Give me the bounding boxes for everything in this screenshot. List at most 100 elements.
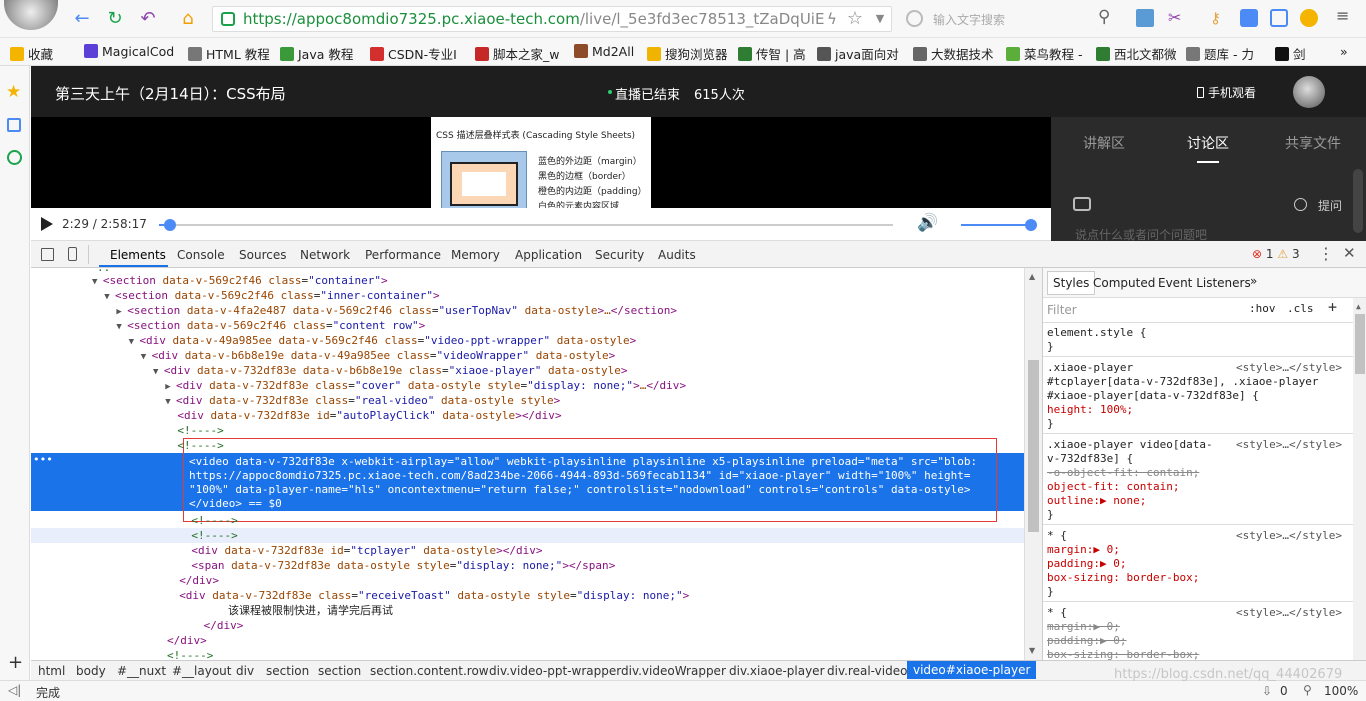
breadcrumb-item[interactable]: div.videoWrapper [621, 664, 726, 678]
dom-line[interactable]: <div data-v-732df83e id="tcplayer" data-… [191, 543, 542, 558]
dom-line[interactable]: <!----> [191, 513, 237, 528]
breadcrumb-item[interactable]: section [318, 664, 361, 678]
styles-tab-more[interactable]: » [1250, 274, 1257, 288]
style-line[interactable]: margin:▶ 0; [1047, 543, 1120, 557]
tab-discussion[interactable]: 讨论区 [1187, 133, 1229, 153]
expand-arrow-icon[interactable]: ▶ [116, 307, 127, 317]
key-icon[interactable]: ⚷ [1210, 9, 1221, 27]
elements-tree[interactable]: .. ••• <video data-v-732df83e x-webkit-a… [31, 268, 1024, 660]
collapse-arrow-icon[interactable]: ▼ [141, 352, 152, 362]
bookmarks-overflow-icon[interactable]: » [1340, 44, 1348, 59]
breadcrumb-item[interactable]: section.content.row [370, 664, 489, 678]
breadcrumb-item[interactable]: div.video-ppt-wrapper [489, 664, 621, 678]
star-icon[interactable]: ☆ [843, 7, 867, 31]
scroll-down-icon[interactable]: ▼ [1029, 646, 1035, 655]
play-icon[interactable] [41, 217, 53, 231]
history-clock-icon[interactable] [7, 150, 22, 165]
address-bar[interactable]: https://appoc8omdio7325.pc.xiaoe-tech.co… [212, 6, 892, 32]
seek-knob[interactable] [164, 219, 176, 231]
breadcrumb-item[interactable]: html [38, 664, 65, 678]
dom-line[interactable]: <div data-v-732df83e id="autoPlayClick" … [177, 408, 561, 423]
bookmark-item[interactable]: 搜狗浏览器 [647, 44, 728, 63]
menu-icon[interactable]: ≡ [1336, 6, 1349, 25]
mobile-watch-button[interactable]: 手机观看 [1197, 84, 1256, 101]
devtools-tab-audits[interactable]: Audits [658, 248, 696, 262]
dom-line[interactable]: <!----> [177, 438, 223, 453]
styles-tab-styles[interactable]: Styles [1047, 271, 1096, 295]
dom-line[interactable]: <div data-v-732df83e class="receiveToast… [179, 588, 689, 603]
dom-line[interactable]: ▶ <section data-v-4fa2e487 data-v-569c2f… [116, 303, 677, 318]
breadcrumb-item[interactable]: body [76, 664, 106, 678]
styles-filter-input[interactable]: Filter [1047, 303, 1077, 317]
devtools-tab-performance[interactable]: Performance [365, 248, 441, 262]
shield-icon[interactable] [1270, 9, 1288, 27]
styles-scrollbar[interactable]: ▲ [1353, 298, 1366, 660]
devtools-menu-icon[interactable]: ⋮ [1318, 244, 1334, 263]
devtools-tab-elements[interactable]: Elements [110, 248, 166, 262]
dom-line[interactable]: ▼ <section data-v-569c2f46 class="contai… [92, 273, 388, 288]
bookmark-item[interactable]: HTML 教程 [188, 44, 270, 63]
bookmark-item[interactable]: Java 教程 [280, 44, 353, 63]
style-source-link[interactable]: <style>…</style> [1236, 438, 1342, 452]
bookmark-item[interactable]: 收藏 [10, 44, 53, 63]
style-source-link[interactable]: <style>…</style> [1236, 606, 1342, 620]
expand-arrow-icon[interactable]: ▶ [165, 382, 176, 392]
user-avatar[interactable] [4, 0, 58, 30]
breadcrumb-item[interactable]: #__nuxt [117, 664, 166, 678]
bookmark-item[interactable]: Md2All [574, 44, 634, 59]
search-box[interactable]: 输入文字搜索 ⚲ [898, 6, 1120, 32]
style-line[interactable]: padding:▶ 0; [1047, 557, 1126, 571]
dropdown-icon[interactable]: ▼ [868, 7, 892, 31]
styles-scroll-thumb[interactable] [1355, 314, 1365, 374]
tab-explain[interactable]: 讲解区 [1083, 133, 1125, 153]
dom-line[interactable]: ▼ <div data-v-b6b8e19e data-v-49a985ee c… [141, 348, 615, 363]
style-line[interactable]: box-sizing: border-box; [1047, 571, 1199, 585]
dom-line[interactable]: ▼ <section data-v-569c2f46 class="conten… [116, 318, 425, 333]
dom-line[interactable]: <!----> [31, 528, 1024, 543]
sidebar-toggle-icon[interactable]: ◁| [8, 683, 21, 697]
lightning-icon[interactable]: ϟ [820, 7, 844, 31]
seek-bar[interactable] [159, 219, 893, 231]
keyboard-icon[interactable] [1073, 197, 1091, 211]
style-source-link[interactable]: <style>…</style> [1236, 529, 1342, 543]
breadcrumb-item[interactable]: div.real-video [827, 664, 907, 678]
breadcrumb-item[interactable]: div.xiaoe-player [729, 664, 825, 678]
scroll-thumb[interactable] [1028, 360, 1039, 532]
dom-line[interactable]: </div> [204, 618, 244, 633]
bookmark-item[interactable]: CSDN-专业I [370, 44, 457, 63]
devtools-tab-security[interactable]: Security [595, 248, 644, 262]
style-line[interactable]: object-fit: contain; [1047, 480, 1179, 494]
breadcrumb-item[interactable]: section [266, 664, 309, 678]
devtools-close-icon[interactable]: ✕ [1343, 244, 1356, 262]
dom-line[interactable]: ▼ <div data-v-732df83e class="real-video… [165, 393, 560, 408]
style-line[interactable]: height: 100%; [1047, 403, 1133, 417]
collapse-arrow-icon[interactable]: ▼ [116, 322, 127, 332]
tools-icon[interactable] [1240, 9, 1258, 27]
volume-knob[interactable] [1025, 219, 1037, 231]
bookmark-item[interactable]: 传智 | 高 [738, 44, 806, 63]
bookmark-item[interactable]: 脚本之家_w [475, 44, 559, 63]
breadcrumb-item[interactable]: #__layout [172, 664, 232, 678]
dom-line[interactable]: </div> [167, 633, 207, 648]
bookmark-item[interactable]: 大数据技术 [913, 44, 994, 63]
ask-radio[interactable] [1294, 198, 1307, 211]
volume-icon[interactable]: 🔊 [917, 213, 938, 233]
device-toolbar-icon[interactable] [68, 247, 77, 261]
hov-toggle[interactable]: :hov [1249, 302, 1276, 315]
style-line[interactable]: box-sizing: border-box; [1047, 648, 1199, 660]
bookmark-item[interactable]: 题库 - 力 [1186, 44, 1254, 63]
scroll-up-icon[interactable]: ▲ [1029, 272, 1035, 281]
dom-line[interactable]: 该课程被限制快进，请学完后再试 [228, 603, 393, 618]
style-line[interactable]: margin:▶ 0; [1047, 620, 1120, 634]
style-source-link[interactable]: <style>…</style> [1236, 361, 1342, 375]
bookmark-item[interactable]: 菜鸟教程 - [1006, 44, 1082, 63]
panel-scrollbar[interactable] [1353, 169, 1363, 233]
devtools-tab-memory[interactable]: Memory [451, 248, 500, 262]
back-icon[interactable]: ← [70, 7, 94, 31]
dom-line[interactable]: </div> [179, 573, 219, 588]
dom-line[interactable]: <!----> [177, 423, 223, 438]
bookmark-item[interactable]: 剑 [1275, 44, 1306, 63]
add-icon[interactable]: + [8, 652, 23, 673]
host-avatar[interactable] [1293, 76, 1325, 108]
collapse-arrow-icon[interactable]: ▼ [129, 337, 140, 347]
